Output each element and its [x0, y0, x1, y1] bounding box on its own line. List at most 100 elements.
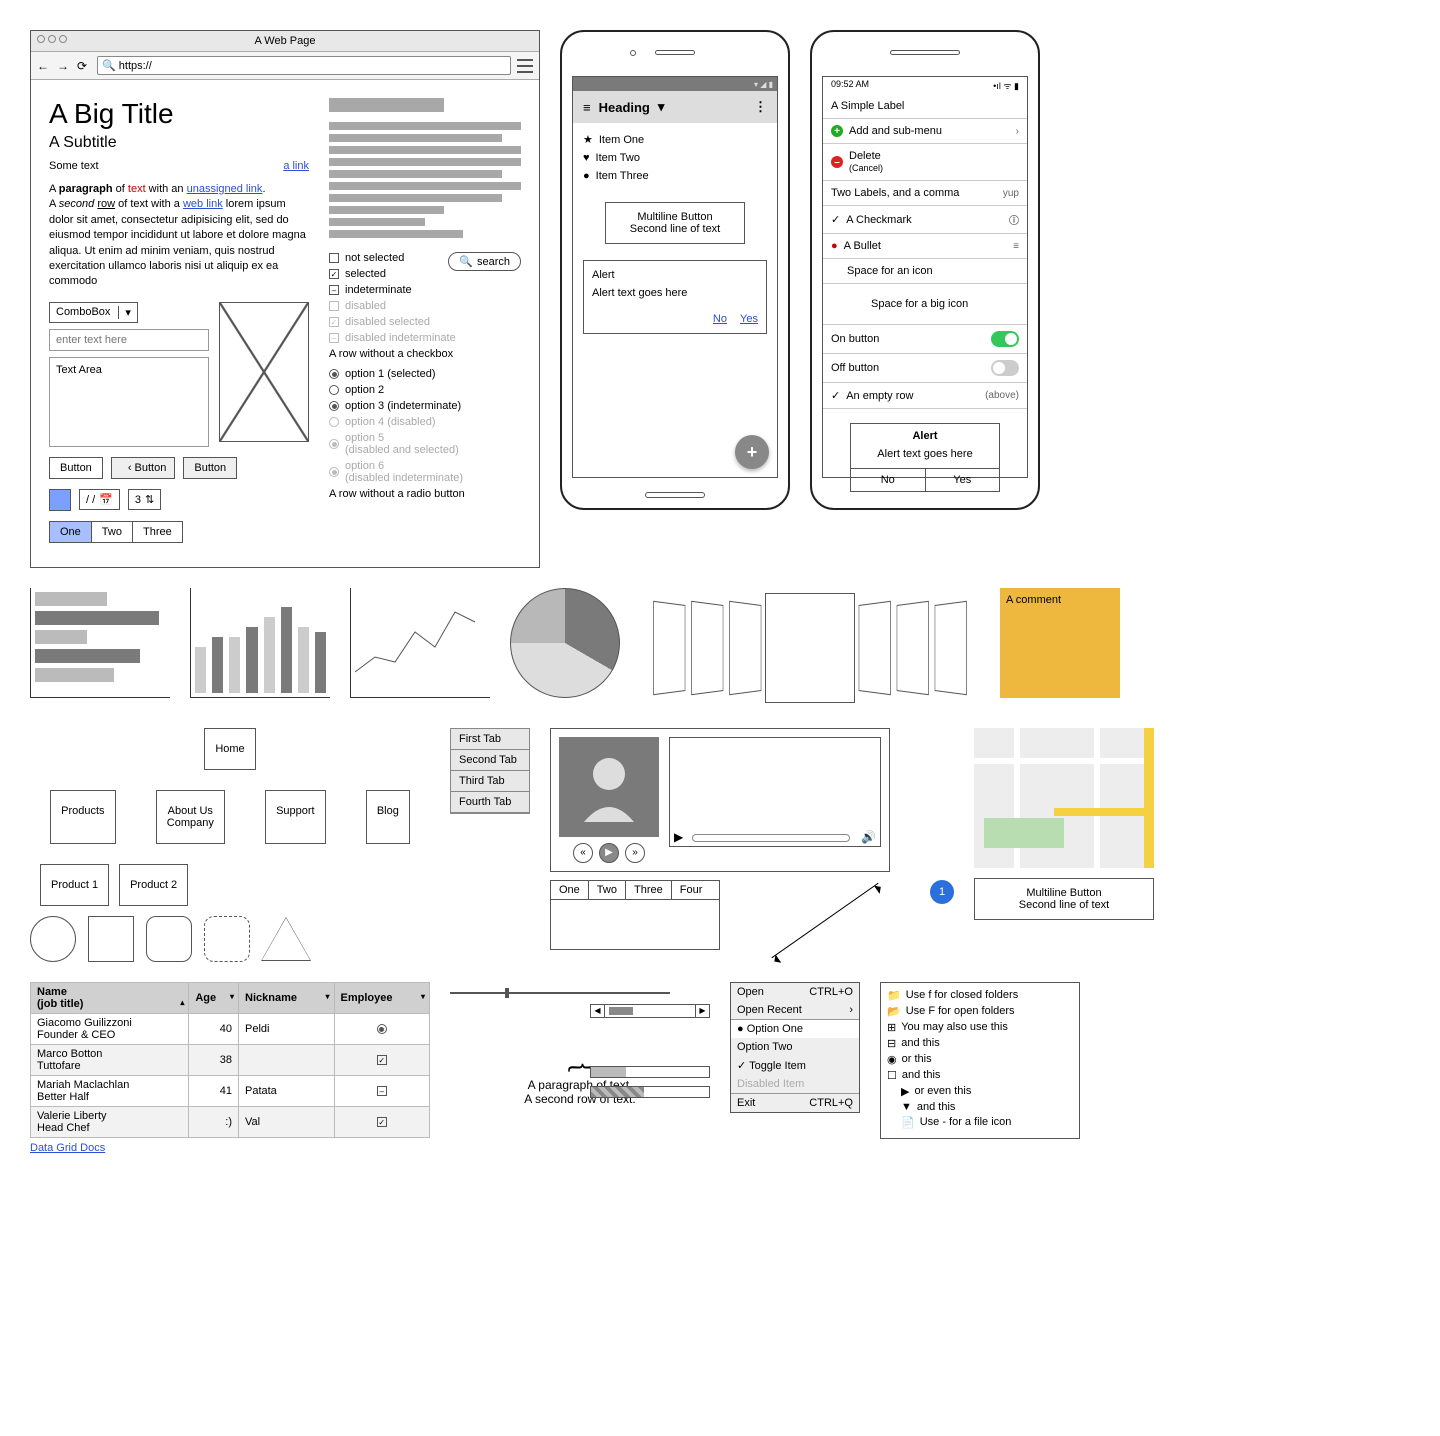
textarea[interactable]: Text Area	[49, 357, 209, 447]
table-row[interactable]: Valerie LibertyHead Chef:)Val	[31, 1106, 430, 1137]
ios-row-delete[interactable]: –Delete(Cancel)	[823, 144, 1027, 181]
radio-icon[interactable]	[329, 369, 339, 379]
sort-icon[interactable]: ▾	[421, 992, 425, 1001]
tab-two[interactable]: Two	[91, 521, 132, 543]
sitemap-product2[interactable]: Product 2	[119, 864, 188, 906]
sitemap-about[interactable]: About Us Company	[156, 790, 225, 844]
ios-row-twolabels[interactable]: Two Labels, and a commayup	[823, 181, 1027, 206]
checkbox-icon[interactable]	[329, 317, 339, 327]
detail-disclosure-icon[interactable]: ⓘ	[1009, 212, 1019, 227]
video-progress[interactable]	[692, 834, 850, 842]
sort-icon[interactable]: ▾	[230, 992, 234, 1001]
play-icon[interactable]: ▶	[599, 843, 619, 863]
vtab-2[interactable]: Second Tab	[451, 750, 529, 771]
h-scrollbar[interactable]: ◀▶	[590, 1004, 710, 1018]
menu-item[interactable]: Option Two	[731, 1038, 859, 1056]
col-header[interactable]: Name(job title)▴	[31, 982, 189, 1013]
color-swatch[interactable]	[49, 489, 71, 511]
forward-icon[interactable]: →	[57, 59, 71, 73]
vtab-3[interactable]: Third Tab	[451, 771, 529, 792]
sticky-note[interactable]: A comment	[1000, 588, 1120, 698]
fab-add[interactable]: +	[735, 435, 769, 469]
radio-icon[interactable]	[329, 439, 339, 449]
ios-row-off[interactable]: Off button	[823, 354, 1027, 383]
tree-item[interactable]: ⊞You may also use this	[887, 1021, 1073, 1034]
button-tag[interactable]: Button	[183, 457, 237, 479]
checkbox-row[interactable]: disabled selected	[329, 316, 521, 328]
toggle-off[interactable]	[991, 360, 1019, 376]
sitemap-home[interactable]: Home	[204, 728, 255, 770]
menu-item[interactable]: ● Option One	[731, 1020, 859, 1038]
tree-item[interactable]: ◉or this	[887, 1053, 1073, 1066]
radio-icon[interactable]	[329, 417, 339, 427]
resize-arrow-icon[interactable]	[771, 883, 878, 958]
button-plain[interactable]: Button	[49, 457, 103, 479]
ios-row-check[interactable]: ✓A Checkmarkⓘ	[823, 206, 1027, 234]
toggle-on[interactable]	[991, 331, 1019, 347]
forward-icon[interactable]: »	[625, 843, 645, 863]
checkbox-row[interactable]: selected	[329, 268, 448, 280]
volume-icon[interactable]: 🔊	[861, 830, 876, 844]
lines-icon[interactable]: ≡	[1013, 241, 1019, 252]
url-bar[interactable]: 🔍 https://	[97, 56, 511, 75]
ios-row-icon[interactable]: Space for an icon	[823, 259, 1027, 284]
radio-icon[interactable]	[329, 401, 339, 411]
map-widget[interactable]	[974, 728, 1154, 868]
text-input[interactable]	[49, 329, 209, 351]
tab-three[interactable]: Three	[132, 521, 183, 543]
stab-4[interactable]: Four	[672, 881, 711, 899]
sitemap-blog[interactable]: Blog	[366, 790, 410, 844]
chevron-down-icon[interactable]: ▾	[658, 99, 665, 115]
video-placeholder[interactable]: ▶ 🔊	[669, 737, 881, 847]
list-item[interactable]: ●Item Three	[583, 170, 767, 182]
col-header[interactable]: Age▾	[189, 982, 239, 1013]
radio-icon[interactable]	[329, 467, 339, 477]
rewind-icon[interactable]: «	[573, 843, 593, 863]
menu-item[interactable]: OpenCTRL+O	[731, 983, 859, 1001]
table-row[interactable]: Giacomo GuilizzoniFounder & CEO40Peldi	[31, 1013, 430, 1044]
sitemap-product1[interactable]: Product 1	[40, 864, 109, 906]
radio-icon[interactable]	[329, 385, 339, 395]
checkbox-row[interactable]: disabled indeterminate	[329, 332, 521, 344]
multiline-button[interactable]: Multiline Button Second line of text	[605, 202, 745, 244]
sort-icon[interactable]: ▾	[325, 992, 329, 1001]
radio-row[interactable]: option 2	[329, 384, 521, 396]
reload-icon[interactable]: ⟳	[77, 59, 91, 73]
radio-row[interactable]: option 6(disabled indeterminate)	[329, 460, 521, 484]
stab-1[interactable]: One	[551, 881, 589, 899]
tree-item[interactable]: ⊟and this	[887, 1037, 1073, 1050]
ios-row-bigicon[interactable]: Space for a big icon	[823, 284, 1027, 325]
button-back[interactable]: ‹ Button	[111, 457, 176, 479]
tree-item[interactable]: ▼and this	[887, 1101, 1073, 1113]
data-grid-docs-link[interactable]: Data Grid Docs	[30, 1142, 105, 1154]
col-header[interactable]: Nickname▾	[239, 982, 335, 1013]
checkbox-icon[interactable]	[329, 301, 339, 311]
checkbox-row[interactable]: disabled	[329, 300, 521, 312]
checkbox-icon[interactable]	[329, 333, 339, 343]
menu-item[interactable]: ✓ Toggle Item	[731, 1056, 859, 1075]
coverflow[interactable]	[640, 588, 980, 708]
checkbox-row[interactable]: indeterminate	[329, 284, 521, 296]
alert-no[interactable]: No	[713, 313, 727, 325]
sort-icon[interactable]: ▴	[180, 998, 184, 1007]
radio-row[interactable]: option 5(disabled and selected)	[329, 432, 521, 456]
hamburger-icon[interactable]: ≡	[583, 100, 591, 115]
table-row[interactable]: Mariah MaclachlanBetter Half41Patata	[31, 1075, 430, 1106]
combobox[interactable]: ComboBox ▾	[49, 302, 138, 323]
checkbox-icon[interactable]	[329, 285, 339, 295]
ios-row-bullet[interactable]: ●A Bullet≡	[823, 234, 1027, 259]
tree-item[interactable]: 📂Use F for open folders	[887, 1005, 1073, 1018]
ios-row-on[interactable]: On button	[823, 325, 1027, 354]
top-link[interactable]: a link	[283, 160, 309, 172]
stab-3[interactable]: Three	[626, 881, 672, 899]
list-item[interactable]: ♥Item Two	[583, 152, 767, 164]
menu-item[interactable]: ExitCTRL+Q	[731, 1094, 859, 1112]
hamburger-icon[interactable]	[517, 59, 533, 73]
ios-row-empty[interactable]: ✓An empty row(above)	[823, 383, 1027, 409]
ios-row-simple[interactable]: A Simple Label	[823, 94, 1027, 119]
table-row[interactable]: Marco BottonTuttofare38	[31, 1044, 430, 1075]
play-icon[interactable]: ▶	[674, 830, 683, 844]
sitemap-products[interactable]: Products	[50, 790, 115, 844]
radio-row[interactable]: option 3 (indeterminate)	[329, 400, 521, 412]
menu-item[interactable]: Open Recent›	[731, 1001, 859, 1019]
